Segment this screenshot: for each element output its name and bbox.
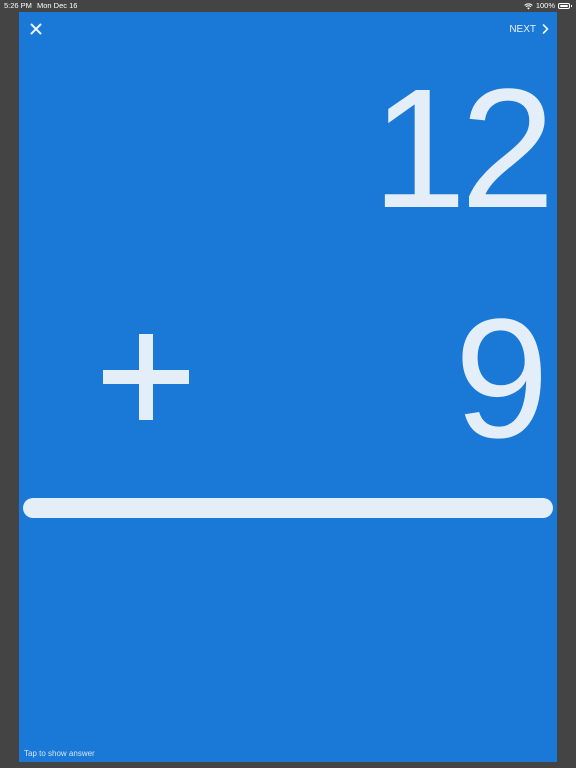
next-label: NEXT	[509, 23, 536, 35]
battery-fill	[560, 5, 568, 7]
chevron-right-icon	[542, 24, 549, 34]
operator-sign	[103, 334, 189, 420]
flashcard[interactable]: NEXT 12 9 Tap to show answer	[19, 12, 557, 762]
close-button[interactable]	[28, 21, 44, 37]
top-number: 12	[371, 54, 555, 244]
status-bar: 5:26 PM Mon Dec 16 100%	[0, 0, 576, 12]
bottom-number: 9	[454, 284, 549, 474]
close-icon	[30, 23, 42, 35]
tap-hint: Tap to show answer	[24, 749, 95, 758]
answer-line	[23, 498, 553, 518]
status-time: 5:26 PM	[4, 1, 32, 10]
battery-icon	[558, 3, 572, 9]
status-right: 100%	[524, 0, 572, 12]
wifi-icon	[524, 2, 533, 9]
next-button[interactable]: NEXT	[509, 21, 549, 37]
battery-percentage: 100%	[535, 1, 555, 10]
status-date: Mon Dec 16	[37, 1, 78, 10]
plus-icon	[103, 334, 189, 420]
